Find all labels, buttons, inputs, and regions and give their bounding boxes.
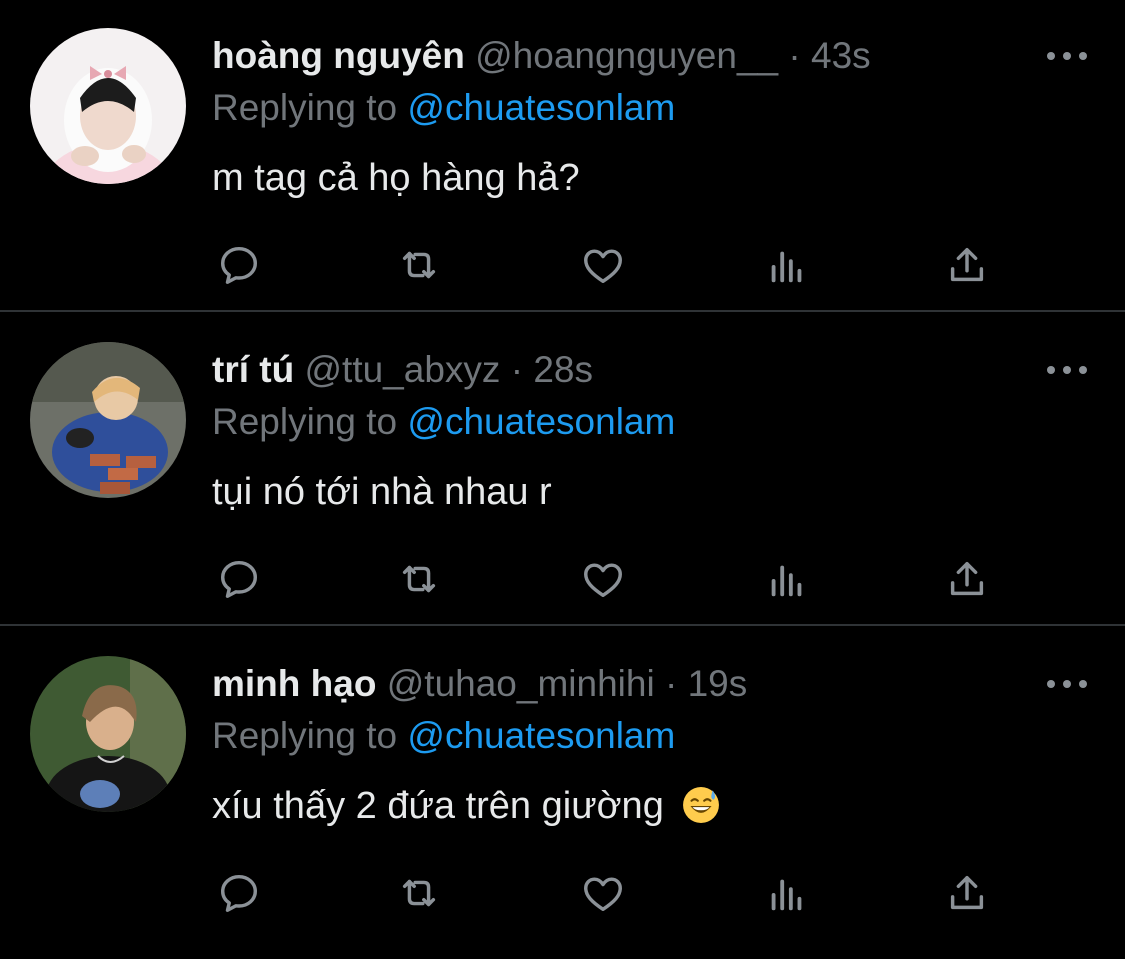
separator-dot: ·: [510, 349, 524, 390]
replying-to-label: Replying to: [212, 401, 398, 442]
tweet-header: hoàng nguyên @hoangnguyen__ · 43s: [212, 34, 871, 78]
retweet-icon[interactable]: [394, 240, 444, 290]
retweet-icon[interactable]: [394, 554, 444, 604]
display-name[interactable]: minh hạo: [212, 663, 376, 704]
replying-to-line: Replying to @chuatesonlam: [212, 400, 675, 444]
more-options-icon[interactable]: [1047, 36, 1087, 76]
tweet-text: xíu thấy 2 đứa trên giường: [212, 785, 664, 827]
avatar[interactable]: [30, 656, 186, 812]
replying-to-label: Replying to: [212, 715, 398, 756]
replying-to-line: Replying to @chuatesonlam: [212, 714, 675, 758]
mention-link[interactable]: @chuatesonlam: [407, 715, 675, 756]
more-options-icon[interactable]: [1047, 350, 1087, 390]
replying-to-line: Replying to @chuatesonlam: [212, 86, 675, 130]
tweet-reply[interactable]: minh hạo @tuhao_minhihi · 19s Replying t…: [0, 628, 1125, 940]
timestamp[interactable]: 43s: [811, 35, 871, 76]
timestamp[interactable]: 28s: [533, 349, 593, 390]
mention-link[interactable]: @chuatesonlam: [407, 401, 675, 442]
separator-dot: ·: [788, 35, 801, 76]
more-options-icon[interactable]: [1047, 664, 1087, 704]
user-handle[interactable]: @tuhao_minhihi: [387, 663, 655, 704]
replying-to-label: Replying to: [212, 87, 398, 128]
separator-dot: ·: [664, 663, 678, 704]
timestamp[interactable]: 19s: [688, 663, 748, 704]
analytics-icon[interactable]: [762, 868, 812, 918]
like-icon[interactable]: [578, 554, 628, 604]
retweet-icon[interactable]: [394, 868, 444, 918]
mention-link[interactable]: @chuatesonlam: [407, 87, 675, 128]
display-name[interactable]: hoàng nguyên: [212, 35, 465, 76]
display-name[interactable]: trí tú: [212, 349, 294, 390]
user-handle[interactable]: @hoangnguyen__: [475, 35, 778, 76]
tweet-reply[interactable]: hoàng nguyên @hoangnguyen__ · 43s Replyi…: [0, 0, 1125, 312]
analytics-icon[interactable]: [762, 554, 812, 604]
like-icon[interactable]: [578, 868, 628, 918]
reply-icon[interactable]: [214, 868, 264, 918]
tweet-text: m tag cả họ hàng hả?: [212, 157, 580, 199]
avatar[interactable]: [30, 28, 186, 184]
grinning-face-with-sweat-icon: [683, 787, 720, 823]
tweet-text-container: xíu thấy 2 đứa trên giường: [212, 782, 720, 830]
share-icon[interactable]: [942, 240, 992, 290]
user-handle[interactable]: @ttu_abxyz: [304, 349, 500, 390]
tweet-text: tụi nó tới nhà nhau r: [212, 471, 552, 513]
share-icon[interactable]: [942, 868, 992, 918]
tweet-actions: [212, 240, 1002, 292]
like-icon[interactable]: [578, 240, 628, 290]
tweet-actions: [212, 554, 1002, 606]
share-icon[interactable]: [942, 554, 992, 604]
tweet-header: trí tú @ttu_abxyz · 28s: [212, 348, 593, 392]
reply-icon[interactable]: [214, 240, 264, 290]
tweet-reply[interactable]: trí tú @ttu_abxyz · 28s Replying to @chu…: [0, 314, 1125, 626]
tweet-actions: [212, 868, 1002, 920]
reply-icon[interactable]: [214, 554, 264, 604]
avatar[interactable]: [30, 342, 186, 498]
analytics-icon[interactable]: [762, 240, 812, 290]
tweet-header: minh hạo @tuhao_minhihi · 19s: [212, 662, 747, 706]
